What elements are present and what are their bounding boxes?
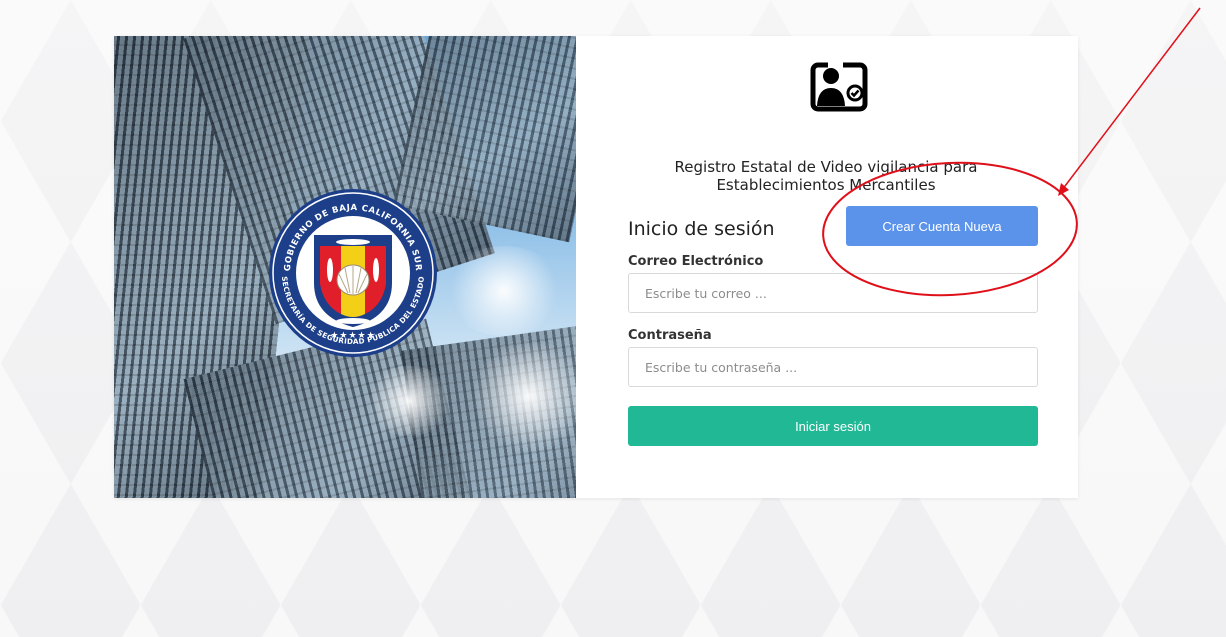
state-seal-logo: GOBIERNO DE BAJA CALIFORNIA SUR SECRETAR… [269, 189, 437, 357]
email-field[interactable] [628, 273, 1038, 313]
login-card: GOBIERNO DE BAJA CALIFORNIA SUR SECRETAR… [114, 36, 1078, 498]
email-label: Correo Electrónico [628, 254, 764, 269]
building-photo: GOBIERNO DE BAJA CALIFORNIA SUR SECRETAR… [114, 36, 576, 498]
login-form-panel: Registro Estatal de Video vigilancia par… [576, 36, 1078, 498]
seal-stars: ★★★★★ [330, 331, 375, 341]
login-submit-button[interactable]: Iniciar sesión [628, 406, 1038, 446]
create-account-button[interactable]: Crear Cuenta Nueva [846, 206, 1038, 246]
login-title: Inicio de sesión [628, 218, 775, 240]
user-id-card-icon [810, 60, 868, 112]
password-label: Contraseña [628, 328, 712, 343]
password-field[interactable] [628, 347, 1038, 387]
system-title: Registro Estatal de Video vigilancia par… [674, 158, 978, 194]
